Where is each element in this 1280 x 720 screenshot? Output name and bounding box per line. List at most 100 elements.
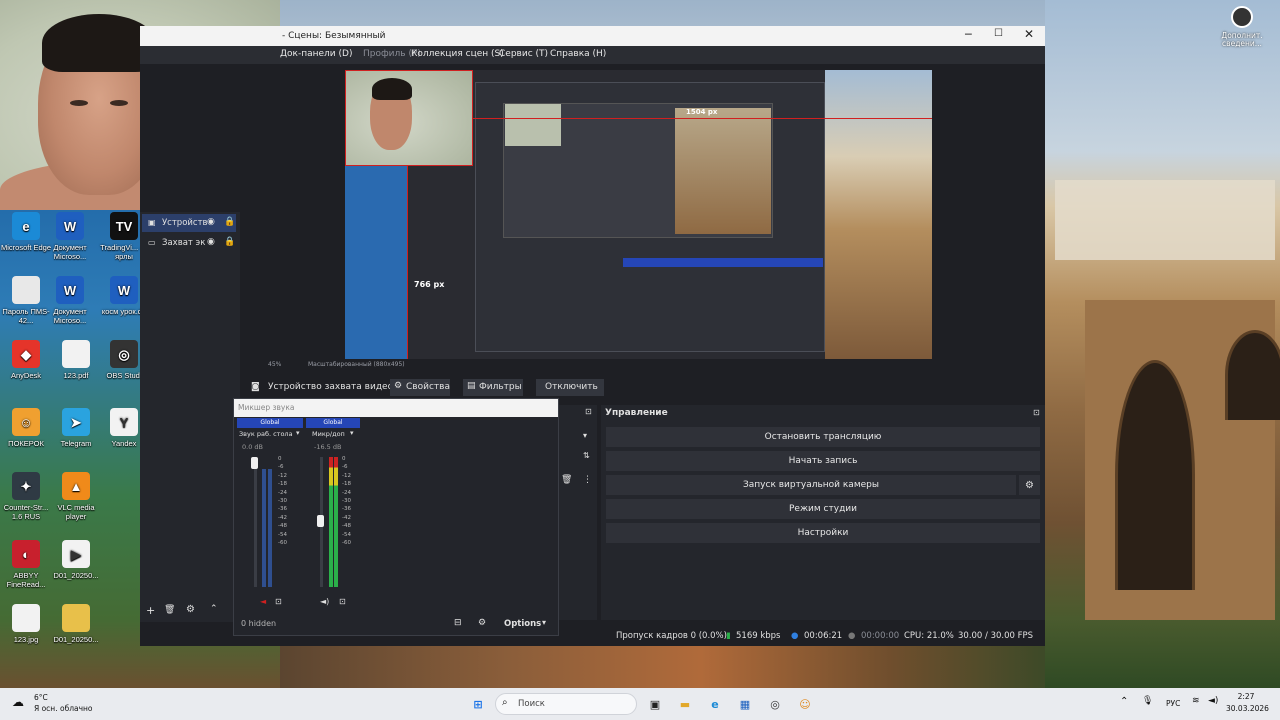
- minimize-button[interactable]: ─: [965, 28, 972, 41]
- controls-title: Управление: [605, 408, 668, 418]
- desktop-wallpaper-right: [1045, 0, 1280, 688]
- pokerok-icon[interactable]: ☺: [795, 694, 815, 714]
- start-button[interactable]: ⊞: [468, 694, 488, 714]
- deactivate-label: Отключить: [545, 382, 598, 392]
- gear-icon[interactable]: ⚙: [1019, 475, 1040, 495]
- menu-help[interactable]: Справка (H): [550, 49, 606, 59]
- app-icon: ◎: [110, 340, 138, 368]
- lock-icon[interactable]: 🔒: [224, 217, 235, 227]
- desktop-icon[interactable]: ☺ ПОКЕРОК: [0, 408, 52, 448]
- task-view-icon[interactable]: ▣: [645, 694, 665, 714]
- app-icon: e: [12, 212, 40, 240]
- hidden-count: 0 hidden: [241, 619, 277, 628]
- app-icon: ☺: [12, 408, 40, 436]
- layout-icon[interactable]: ⊟: [454, 618, 462, 628]
- language-indicator[interactable]: РУС: [1166, 699, 1180, 708]
- window-title: - Сцены: Безымянный: [282, 31, 386, 41]
- source-toolbar: ◙ Устройство захвата видео ⚙ Свойства ▤ …: [245, 378, 1045, 397]
- more-icon[interactable]: ⋮: [583, 475, 592, 485]
- search-box[interactable]: ⌕ Поиск: [495, 693, 637, 715]
- app-icon: [12, 604, 40, 632]
- channel-menu-icon[interactable]: ⊡: [339, 597, 346, 606]
- cpu-usage: CPU: 21.0%: [904, 631, 954, 641]
- chevron-down-icon[interactable]: ▾: [350, 429, 354, 437]
- desktop-icon[interactable]: ➤ Telegram: [50, 408, 102, 448]
- speaker-muted-icon[interactable]: ◄: [260, 597, 266, 606]
- obs-icon[interactable]: ◎: [765, 694, 785, 714]
- app-icon: TV: [110, 212, 138, 240]
- volume-handle[interactable]: [251, 457, 258, 469]
- chevron-down-icon[interactable]: ▾: [583, 431, 587, 440]
- start-record-button[interactable]: Начать запись: [606, 451, 1040, 471]
- desktop-icon[interactable]: D01_20250...: [50, 604, 102, 644]
- virtual-cam-button[interactable]: Запуск виртуальной камеры: [606, 475, 1016, 495]
- source-item[interactable]: ▭ Захват эк ◉ 🔒: [142, 234, 236, 252]
- signal-icon: ▮: [726, 631, 731, 641]
- desktop-icon[interactable]: ◆ AnyDesk: [0, 340, 52, 380]
- mixer-titlebar[interactable]: Микшер звука: [234, 399, 558, 417]
- channel-tag: Global: [306, 418, 360, 428]
- store-icon[interactable]: ▦: [735, 694, 755, 714]
- weather-icon: ☁: [12, 695, 24, 709]
- maximize-button[interactable]: ☐: [994, 28, 1003, 39]
- menu-docks[interactable]: Док-панели (D): [280, 49, 352, 59]
- preview-canvas[interactable]: 1504 px 766 px: [345, 70, 932, 359]
- clock-time[interactable]: 2:27: [1226, 692, 1266, 701]
- clock-date[interactable]: 30.03.2026: [1226, 704, 1269, 713]
- volume-icon[interactable]: ◄): [1208, 696, 1218, 706]
- wifi-icon[interactable]: ≋: [1192, 696, 1200, 706]
- chevron-down-icon[interactable]: ▾: [542, 618, 546, 627]
- gear-icon[interactable]: ⚙: [186, 604, 195, 615]
- stop-stream-button[interactable]: Остановить трансляцию: [606, 427, 1040, 447]
- level-meter: [268, 469, 272, 587]
- app-icon: [62, 604, 90, 632]
- desktop-icon[interactable]: W Документ Microso...: [44, 276, 96, 325]
- deactivate-button[interactable]: Отключить: [536, 379, 604, 396]
- desktop-icon-label: Документ Microso...: [53, 243, 87, 261]
- options-button[interactable]: Options: [504, 619, 541, 629]
- visibility-eye-icon[interactable]: ◉: [207, 217, 215, 227]
- remove-source-icon[interactable]: 🗑: [164, 605, 175, 615]
- chevron-up-icon[interactable]: ⌃: [1120, 696, 1128, 707]
- volume-slider[interactable]: [254, 457, 257, 587]
- fps: 30.00 / 30.00 FPS: [958, 631, 1034, 641]
- notification-label: Дополнит. сведени...: [1221, 31, 1263, 48]
- db-tick: -30: [278, 498, 287, 505]
- menu-tools[interactable]: Сервис (T): [499, 49, 548, 59]
- db-tick: -12: [278, 472, 287, 479]
- edge-icon[interactable]: e: [705, 694, 725, 714]
- trash-icon[interactable]: 🗑: [561, 475, 572, 485]
- settings-button[interactable]: Настройки: [606, 523, 1040, 543]
- channel-menu-icon[interactable]: ⊡: [275, 597, 282, 606]
- speaker-icon[interactable]: ◄): [320, 597, 329, 606]
- file-explorer-icon[interactable]: ▬: [675, 694, 695, 714]
- desktop-icon[interactable]: ▲ VLC media player: [50, 472, 102, 521]
- mic-icon[interactable]: 🎙: [1142, 696, 1153, 706]
- undock-icon[interactable]: ⊡: [1033, 408, 1040, 417]
- volume-handle[interactable]: [317, 515, 324, 527]
- mixer-title: Микшер звука: [238, 403, 295, 412]
- desktop-icon[interactable]: ✦ Counter-Str... 1.6 RUS: [0, 472, 52, 521]
- chevron-up-icon[interactable]: ⌃: [210, 604, 218, 614]
- add-source-icon[interactable]: +: [146, 604, 155, 617]
- properties-button[interactable]: ⚙ Свойства: [390, 379, 450, 396]
- menu-scene-collection[interactable]: Коллекция сцен (S): [411, 49, 504, 59]
- source-item[interactable]: ▣ Устройств ◉ 🔒: [142, 214, 236, 232]
- db-tick: -24: [342, 489, 351, 496]
- notification-widget[interactable]: Дополнит. сведени...: [1214, 6, 1270, 48]
- filters-button[interactable]: ▤ Фильтры: [463, 379, 523, 396]
- undock-icon[interactable]: ⊡: [585, 407, 592, 416]
- desktop-icon[interactable]: ▶ D01_20250...: [50, 540, 102, 580]
- desktop-icon[interactable]: 123.jpg: [0, 604, 52, 644]
- source-label: Захват эк: [162, 238, 206, 248]
- desktop-icon[interactable]: ◐ ABBYY FineRead...: [0, 540, 52, 589]
- chevron-down-icon[interactable]: ▾: [296, 429, 300, 437]
- lock-icon[interactable]: 🔒: [224, 237, 235, 247]
- visibility-eye-icon[interactable]: ◉: [207, 237, 215, 247]
- desktop-icon[interactable]: W Документ Microso...: [44, 212, 96, 261]
- close-button[interactable]: ✕: [1024, 27, 1034, 41]
- gear-icon[interactable]: ⚙: [478, 618, 486, 628]
- desktop-icon[interactable]: 123.pdf: [50, 340, 102, 380]
- spinner-icon[interactable]: ⇅: [583, 451, 590, 460]
- studio-mode-button[interactable]: Режим студии: [606, 499, 1040, 519]
